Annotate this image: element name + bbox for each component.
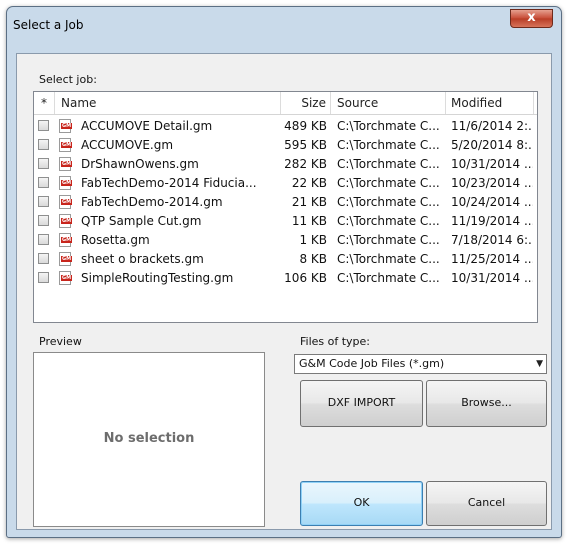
row-source: C:\Torchmate C... xyxy=(337,233,440,247)
table-row[interactable]: GM ACCUMOVE Detail.gm 489 KB C:\Torchmate C… xyxy=(34,117,537,136)
column-header-star[interactable]: * xyxy=(34,92,55,114)
row-checkbox[interactable] xyxy=(38,196,49,207)
row-size: 1 KB xyxy=(299,233,327,247)
gm-file-icon-text: GM xyxy=(61,256,73,262)
row-source: C:\Torchmate C... xyxy=(337,157,440,171)
gm-file-icon-text: GM xyxy=(61,237,73,243)
cancel-button[interactable]: Cancel xyxy=(426,481,547,526)
gm-file-icon-text: GM xyxy=(61,161,73,167)
row-modified: 10/31/2014 ... xyxy=(451,157,533,171)
job-list[interactable]: * Name Size Source Modified GM ACCUMOVE D… xyxy=(33,91,538,323)
row-name: FabTechDemo-2014 Fiducia... xyxy=(81,176,257,190)
row-checkbox[interactable] xyxy=(38,139,49,150)
row-checkbox[interactable] xyxy=(38,215,49,226)
row-modified: 11/19/2014 ... xyxy=(451,214,533,228)
row-modified: 10/23/2014 ... xyxy=(451,176,533,190)
row-source: C:\Torchmate C... xyxy=(337,138,440,152)
row-checkbox[interactable] xyxy=(38,177,49,188)
gm-file-icon: GM xyxy=(59,271,73,285)
preview-pane: No selection xyxy=(33,352,265,527)
row-name: ACCUMOVE.gm xyxy=(81,138,174,152)
gm-file-icon: GM xyxy=(59,157,73,171)
gm-file-icon-text: GM xyxy=(61,199,73,205)
row-name: Rosetta.gm xyxy=(81,233,150,247)
row-checkbox[interactable] xyxy=(38,234,49,245)
column-header-size[interactable]: Size xyxy=(281,92,331,114)
row-size: 282 KB xyxy=(284,157,327,171)
row-size: 11 KB xyxy=(291,214,327,228)
dialog-window: Select a Job x Select job: * Name Size S… xyxy=(6,6,562,538)
dialog-client-area: Select job: * Name Size Source Modified … xyxy=(16,53,552,530)
row-name: ACCUMOVE Detail.gm xyxy=(81,119,213,133)
row-modified: 11/25/2014 ... xyxy=(451,252,533,266)
row-size: 489 KB xyxy=(284,119,327,133)
row-source: C:\Torchmate C... xyxy=(337,176,440,190)
row-modified: 5/20/2014 8:... xyxy=(451,138,533,152)
row-size: 22 KB xyxy=(291,176,327,190)
column-header-modified[interactable]: Modified xyxy=(446,92,534,114)
files-of-type-label: Files of type: xyxy=(300,335,371,348)
row-modified: 10/24/2014 ... xyxy=(451,195,533,209)
ok-button[interactable]: OK xyxy=(300,481,423,526)
row-checkbox[interactable] xyxy=(38,120,49,131)
table-row[interactable]: GM SimpleRoutingTesting.gm 106 KB C:\Torchm… xyxy=(34,269,537,288)
file-type-select[interactable]: G&M Code Job Files (*.gm) ▼ xyxy=(294,354,547,374)
select-job-label: Select job: xyxy=(39,73,97,86)
title-bar[interactable]: Select a Job x xyxy=(7,7,561,53)
row-source: C:\Torchmate C... xyxy=(337,214,440,228)
row-checkbox[interactable] xyxy=(38,272,49,283)
no-selection-text: No selection xyxy=(103,431,195,446)
gm-file-icon: GM xyxy=(59,176,73,190)
file-type-selected-value: G&M Code Job Files (*.gm) xyxy=(299,357,445,370)
column-header-source[interactable]: Source xyxy=(331,92,446,114)
row-name: FabTechDemo-2014.gm xyxy=(81,195,223,209)
gm-file-icon: GM xyxy=(59,252,73,266)
gm-file-icon-text: GM xyxy=(61,275,73,281)
row-size: 21 KB xyxy=(291,195,327,209)
row-modified: 7/18/2014 6:... xyxy=(451,233,533,247)
row-name: sheet o brackets.gm xyxy=(81,252,204,266)
row-modified: 11/6/2014 2:... xyxy=(451,119,533,133)
close-icon: x xyxy=(527,10,536,25)
gm-file-icon: GM xyxy=(59,138,73,152)
gm-file-icon: GM xyxy=(59,233,73,247)
close-button[interactable]: x xyxy=(510,9,553,28)
gm-file-icon-text: GM xyxy=(61,142,73,148)
gm-file-icon: GM xyxy=(59,195,73,209)
row-size: 106 KB xyxy=(284,271,327,285)
row-checkbox[interactable] xyxy=(38,253,49,264)
row-name: SimpleRoutingTesting.gm xyxy=(81,271,234,285)
row-source: C:\Torchmate C... xyxy=(337,119,440,133)
gm-file-icon: GM xyxy=(59,214,73,228)
row-size: 8 KB xyxy=(299,252,327,266)
table-row[interactable]: GM QTP Sample Cut.gm 11 KB C:\Torchmate C..… xyxy=(34,212,537,231)
browse-button[interactable]: Browse... xyxy=(426,380,547,427)
row-checkbox[interactable] xyxy=(38,158,49,169)
table-row[interactable]: GM FabTechDemo-2014.gm 21 KB C:\Torchmate C… xyxy=(34,193,537,212)
gm-file-icon-text: GM xyxy=(61,218,73,224)
row-source: C:\Torchmate C... xyxy=(337,271,440,285)
row-name: QTP Sample Cut.gm xyxy=(81,214,202,228)
table-row[interactable]: GM Rosetta.gm 1 KB C:\Torchmate C... 7/18/20… xyxy=(34,231,537,250)
row-size: 595 KB xyxy=(284,138,327,152)
table-row[interactable]: GM DrShawnOwens.gm 282 KB C:\Torchmate C...… xyxy=(34,155,537,174)
row-source: C:\Torchmate C... xyxy=(337,252,440,266)
table-row[interactable]: GM FabTechDemo-2014 Fiducia... 22 KB C:\Tor… xyxy=(34,174,537,193)
dxf-import-button[interactable]: DXF IMPORT xyxy=(300,380,423,427)
gm-file-icon: GM xyxy=(59,119,73,133)
table-row[interactable]: GM ACCUMOVE.gm 595 KB C:\Torchmate C... 5/20… xyxy=(34,136,537,155)
row-source: C:\Torchmate C... xyxy=(337,195,440,209)
column-header-name[interactable]: Name xyxy=(55,92,281,114)
row-name: DrShawnOwens.gm xyxy=(81,157,199,171)
preview-label: Preview xyxy=(39,335,82,348)
window-title: Select a Job xyxy=(13,18,84,32)
chevron-down-icon: ▼ xyxy=(536,359,543,369)
table-row[interactable]: GM sheet o brackets.gm 8 KB C:\Torchmate C.… xyxy=(34,250,537,269)
row-modified: 10/31/2014 ... xyxy=(451,271,533,285)
gm-file-icon-text: GM xyxy=(61,123,73,129)
table-header: * Name Size Source Modified xyxy=(34,92,537,115)
gm-file-icon-text: GM xyxy=(61,180,73,186)
